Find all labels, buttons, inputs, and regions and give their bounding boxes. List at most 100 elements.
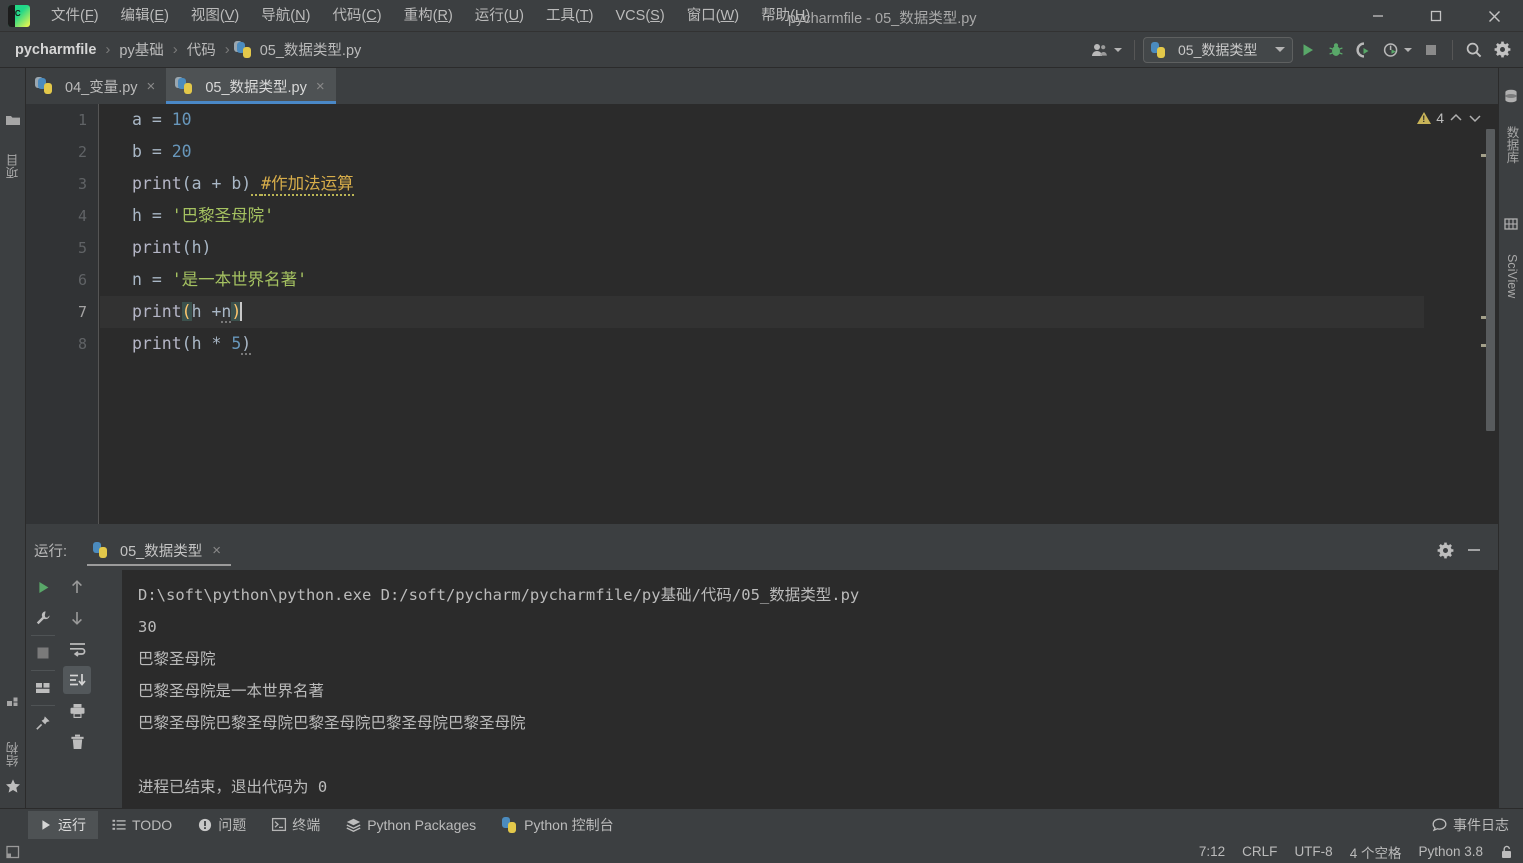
menu-vcs[interactable]: VCS(S) (605, 4, 676, 28)
rerun-button[interactable] (29, 573, 57, 601)
status-bar: 7:12 CRLF UTF-8 4 个空格 Python 3.8 (0, 840, 1523, 863)
close-icon[interactable]: × (316, 79, 325, 94)
print-button[interactable] (63, 697, 91, 725)
menu-run[interactable]: 运行(U) (464, 4, 535, 28)
menu-vcs-label: VCS (615, 7, 646, 24)
run-with-coverage-button[interactable] (1351, 37, 1377, 63)
settings-gear-icon[interactable] (1489, 37, 1515, 63)
tool-window-label: Python 控制台 (524, 816, 614, 833)
pin-tab-button[interactable] (29, 709, 57, 737)
search-icon[interactable] (1461, 37, 1487, 63)
edit-configuration-button[interactable] (29, 604, 57, 632)
code-token: print (132, 302, 182, 321)
line-number: 5 (77, 239, 87, 257)
menu-view[interactable]: 视图(V) (180, 4, 250, 28)
menu-window[interactable]: 窗口(W) (676, 4, 750, 28)
console-output[interactable]: D:\soft\python\python.exe D:/soft/pychar… (122, 570, 1498, 808)
code-token (251, 174, 262, 196)
stop-button[interactable] (1418, 37, 1444, 63)
menu-edit[interactable]: 编辑(E) (110, 4, 180, 28)
close-icon[interactable]: × (212, 542, 221, 559)
pycharm-window: 文件(F) 编辑(E) 视图(V) 导航(N) 代码(C) 重构(R) 运行(U… (0, 0, 1523, 863)
code-text-area[interactable]: a = 10 b = 20 print(a + b) #作加法运算 h = '巴… (100, 104, 1424, 524)
python-interpreter[interactable]: Python 3.8 (1418, 844, 1483, 859)
minimize-panel-icon[interactable] (1466, 542, 1482, 558)
user-account-icon[interactable] (1087, 37, 1126, 63)
breadcrumb-item-folder-2[interactable]: 代码 (185, 37, 218, 62)
unlocked-padlock-icon[interactable] (1500, 845, 1513, 859)
menu-tools[interactable]: 工具(T) (535, 4, 605, 28)
console-scrollbar[interactable] (1486, 572, 1496, 804)
run-button[interactable] (1295, 37, 1321, 63)
tool-window-label: 问题 (218, 816, 247, 833)
scroll-up-button[interactable] (63, 573, 91, 601)
settings-gear-icon[interactable] (1437, 542, 1454, 559)
menu-run-mnemonic: U (508, 7, 520, 24)
menu-run-label: 运行 (474, 7, 504, 24)
tool-window-python-console[interactable]: Python 控制台 (490, 811, 625, 839)
editor-tab-04[interactable]: 04_变量.py × (26, 68, 166, 104)
code-line-7: print(h +n) (100, 296, 1424, 328)
event-log-button[interactable]: 事件日志 (1432, 815, 1523, 835)
menu-navigate[interactable]: 导航(N) (250, 4, 321, 28)
sidebar-item-structure[interactable]: 结构 (0, 732, 26, 778)
next-problem-icon[interactable] (1468, 113, 1482, 123)
editor-gutter[interactable]: 1 2 3 4 5 6 7 8 (26, 104, 99, 524)
close-icon[interactable] (1465, 0, 1523, 32)
code-editor[interactable]: 1 2 3 4 5 6 7 8 a = 10 b = 20 print(a + … (26, 104, 1498, 524)
hide-tool-windows-icon[interactable] (6, 845, 20, 859)
breadcrumb-item-project[interactable]: pycharmfile (13, 40, 98, 60)
clear-all-button[interactable] (63, 728, 91, 756)
run-configuration-selector[interactable]: 05_数据类型 (1143, 36, 1293, 63)
sidebar-item-database[interactable]: 数据库 (1499, 116, 1523, 174)
profile-button[interactable] (1379, 37, 1416, 63)
caret-position[interactable]: 7:12 (1199, 844, 1225, 859)
menu-navigate-label: 导航 (261, 7, 291, 24)
indent-setting[interactable]: 4 个空格 (1350, 842, 1402, 862)
menu-file[interactable]: 文件(F) (40, 4, 110, 28)
chevron-down-icon (1275, 47, 1285, 52)
editor-tab-bar: 04_变量.py × 05_数据类型.py × (26, 68, 1498, 104)
main-toolbar: 05_数据类型 (1087, 36, 1523, 63)
maximize-icon[interactable] (1407, 0, 1465, 32)
sidebar-item-sciview[interactable]: SciView (1499, 240, 1523, 312)
tool-window-run[interactable]: 运行 (28, 810, 98, 839)
right-tool-strip: 数据库 SciView (1498, 68, 1523, 808)
code-token: 10 (171, 110, 192, 129)
code-line-1: a = 10 (100, 104, 1424, 136)
tool-window-todo[interactable]: TODO (100, 811, 184, 839)
code-token: a (132, 110, 142, 129)
editor-inspection-gutter: 4 (1417, 104, 1498, 524)
code-token: n (132, 270, 142, 289)
stop-button[interactable] (29, 639, 57, 667)
run-panel-tab[interactable]: 05_数据类型 × (87, 532, 231, 568)
editor-tab-05[interactable]: 05_数据类型.py × (166, 68, 336, 104)
sidebar-item-project[interactable]: 项目 (0, 144, 26, 190)
scroll-to-end-button[interactable] (63, 666, 91, 694)
run-panel-title: 运行: (34, 543, 68, 560)
code-token: (a + b) (181, 174, 252, 193)
previous-problem-icon[interactable] (1449, 113, 1463, 123)
tool-window-python-packages[interactable]: Python Packages (334, 811, 488, 839)
inspection-summary[interactable]: 4 (1417, 110, 1482, 126)
layout-settings-button[interactable] (29, 674, 57, 702)
line-number: 4 (77, 207, 87, 225)
editor-scrollbar-thumb[interactable] (1486, 129, 1495, 431)
debug-button[interactable] (1323, 37, 1349, 63)
tool-window-terminal[interactable]: 终端 (260, 811, 332, 839)
file-encoding[interactable]: UTF-8 (1294, 844, 1332, 859)
menu-edit-label: 编辑 (120, 7, 150, 24)
code-token: h (132, 206, 142, 225)
scroll-down-button[interactable] (63, 604, 91, 632)
tool-window-label: TODO (132, 816, 173, 833)
breadcrumb-item-file[interactable]: 05_数据类型.py (258, 37, 364, 62)
tool-window-problems[interactable]: 问题 (186, 811, 258, 839)
breadcrumb-item-folder-1[interactable]: py基础 (117, 37, 165, 62)
soft-wrap-button[interactable] (63, 635, 91, 663)
line-separator[interactable]: CRLF (1242, 844, 1277, 859)
menu-code[interactable]: 代码(C) (321, 4, 392, 28)
terminal-icon (272, 817, 287, 832)
close-icon[interactable]: × (147, 79, 156, 94)
minimize-icon[interactable] (1349, 0, 1407, 32)
menu-refactor[interactable]: 重构(R) (393, 4, 464, 28)
